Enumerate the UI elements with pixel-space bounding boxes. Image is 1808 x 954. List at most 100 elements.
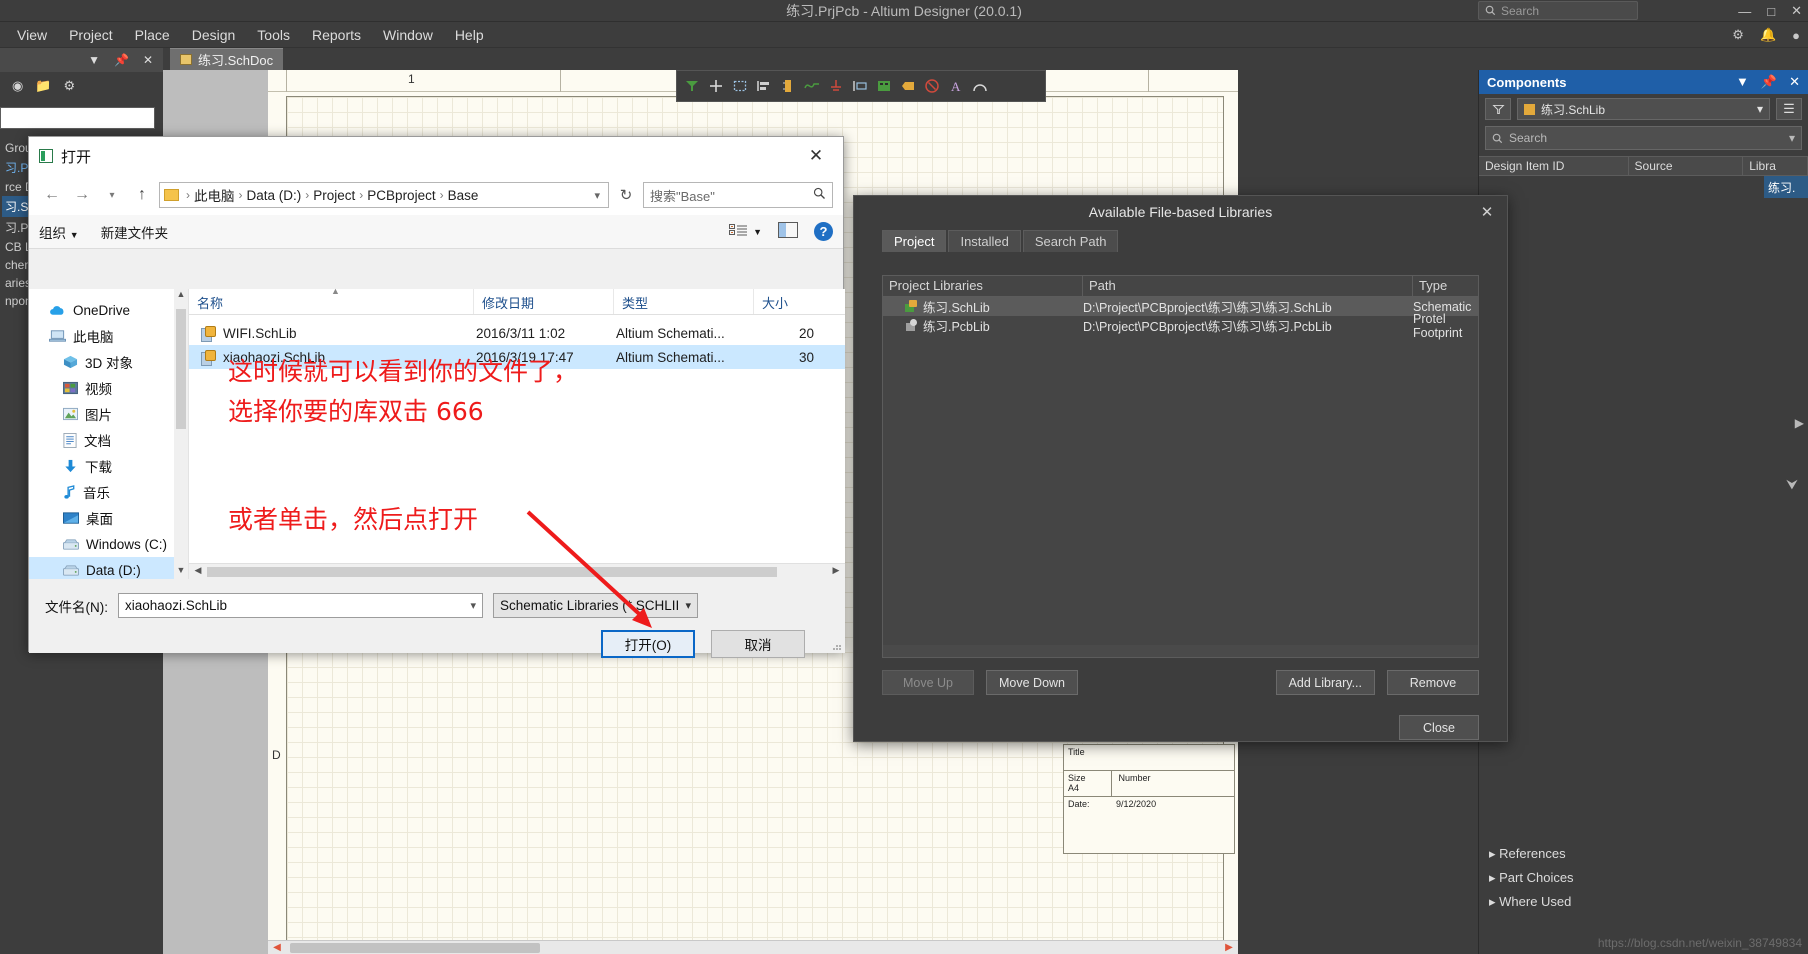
sidebar-item-desktop[interactable]: 桌面 <box>29 505 188 531</box>
component-icon[interactable] <box>777 75 799 97</box>
sheet-symbol-icon[interactable] <box>873 75 895 97</box>
file-list-hscrollbar[interactable]: ◀ ▶ <box>189 563 845 579</box>
add-library-button[interactable]: Add Library... <box>1275 670 1375 695</box>
panel-pin-icon-2[interactable]: 📌 <box>1761 74 1777 90</box>
column-project-libraries[interactable]: Project Libraries <box>883 276 1083 296</box>
preview-pane-button[interactable] <box>778 222 798 241</box>
tab-search-path[interactable]: Search Path <box>1022 230 1119 252</box>
file-list-scroll-left-icon[interactable]: ◀ <box>191 565 205 579</box>
library-filter-icon[interactable] <box>1485 98 1511 120</box>
breadcrumb-chevron-down-icon[interactable]: ▾ <box>594 189 604 202</box>
menu-item-place[interactable]: Place <box>124 24 181 46</box>
settings-gear-icon[interactable]: ⚙ <box>1732 27 1744 43</box>
filename-input[interactable]: xiaohaozi.SchLib ▾ <box>118 593 483 618</box>
filter-icon[interactable] <box>681 75 703 97</box>
sidebar-item-onedrive[interactable]: OneDrive <box>29 297 188 323</box>
align-left-icon[interactable] <box>753 75 775 97</box>
project-folder-icon[interactable]: 📁 <box>35 78 51 94</box>
components-panel-menu-button[interactable]: ☰ <box>1776 98 1802 120</box>
wire-icon[interactable] <box>801 75 823 97</box>
close-window-button[interactable]: ✕ <box>1791 3 1802 19</box>
sidebar-item-downloads[interactable]: 下载 <box>29 453 188 479</box>
new-folder-button[interactable]: 新建文件夹 <box>101 222 169 242</box>
scroll-left-arrow-icon[interactable]: ◀ <box>270 942 284 954</box>
breadcrumb-item-3[interactable]: PCBproject <box>367 188 435 203</box>
add-cross-icon[interactable] <box>705 75 727 97</box>
file-column-modified[interactable]: 修改日期 <box>474 289 614 314</box>
breadcrumb-item-1[interactable]: Data (D:) <box>247 188 302 203</box>
open-dialog-close-icon[interactable]: ✕ <box>799 143 833 169</box>
menu-item-design[interactable]: Design <box>181 24 247 46</box>
up-arrow-icon[interactable]: ↑ <box>129 182 155 208</box>
port-icon[interactable] <box>897 75 919 97</box>
column-library[interactable]: Libra <box>1743 157 1808 175</box>
sidebar-item-this-pc[interactable]: 此电脑 <box>29 323 188 349</box>
minimize-button[interactable]: — <box>1738 4 1751 19</box>
move-down-button[interactable]: Move Down <box>986 670 1078 695</box>
column-source[interactable]: Source <box>1629 157 1744 175</box>
help-button[interactable]: ? <box>814 222 833 241</box>
panel-pin-icon[interactable]: 📌 <box>114 53 129 67</box>
project-compile-icon[interactable]: ◉ <box>12 78 23 94</box>
libraries-table-hscrollbar[interactable] <box>883 645 1478 657</box>
components-collapse-chevron-icon[interactable]: ⮟ <box>1786 476 1798 493</box>
section-references[interactable]: ▸ References <box>1479 842 1808 866</box>
libraries-table-row-pcblib[interactable]: 练习.PcbLib D:\Project\PCBproject\练习\练习\练习… <box>883 312 1478 340</box>
scroll-right-arrow-icon[interactable]: ▶ <box>1222 942 1236 954</box>
menu-item-reports[interactable]: Reports <box>301 24 372 46</box>
canvas-hscroll-thumb[interactable] <box>290 943 540 953</box>
resize-grip-icon[interactable] <box>832 641 842 651</box>
remove-library-button[interactable]: Remove <box>1387 670 1479 695</box>
components-search-input[interactable]: Search ▾ <box>1485 126 1802 150</box>
components-grid-scroll-right-icon[interactable]: ▶ <box>1795 416 1804 430</box>
sidebar-item-music[interactable]: 音乐 <box>29 479 188 505</box>
file-row-wifi[interactable]: WIFI.SchLib 2016/3/11 1:02 Altium Schema… <box>189 321 845 345</box>
projects-panel-search-input[interactable] <box>0 107 155 129</box>
breadcrumb-item-4[interactable]: Base <box>448 188 479 203</box>
document-tab-schdoc[interactable]: 练习.SchDoc <box>170 48 284 70</box>
menu-item-project[interactable]: Project <box>58 24 124 46</box>
view-mode-button[interactable]: ▼ <box>729 223 762 240</box>
column-type[interactable]: Type <box>1413 276 1478 296</box>
section-where-used[interactable]: ▸ Where Used <box>1479 890 1808 914</box>
breadcrumb-item-2[interactable]: Project <box>313 188 355 203</box>
libraries-table-row-schlib[interactable]: 练习.SchLib D:\Project\PCBproject\练习\练习\练习… <box>883 297 1478 316</box>
sidebar-item-3d-objects[interactable]: 3D 对象 <box>29 349 188 375</box>
menu-item-help[interactable]: Help <box>444 24 495 46</box>
global-search-input[interactable]: Search <box>1478 1 1638 20</box>
panel-close-icon[interactable]: ✕ <box>143 53 153 67</box>
tab-project[interactable]: Project <box>882 230 947 252</box>
file-column-size[interactable]: 大小 <box>754 289 829 314</box>
arc-icon[interactable] <box>969 75 991 97</box>
user-account-icon[interactable]: ● <box>1792 28 1800 43</box>
menu-item-tools[interactable]: Tools <box>246 24 301 46</box>
column-design-item-id[interactable]: Design Item ID <box>1479 157 1629 175</box>
sidebar-item-documents[interactable]: 文档 <box>29 427 188 453</box>
breadcrumb[interactable]: › 此电脑 › Data (D:) › Project › PCBproject… <box>159 182 609 208</box>
file-list-scroll-right-icon[interactable]: ▶ <box>829 565 843 579</box>
sidebar-item-windows-c[interactable]: Windows (C:) <box>29 531 188 557</box>
panel-menu-caret-icon[interactable]: ▼ <box>1736 74 1749 90</box>
sidebar-scroll-up-icon[interactable]: ▲ <box>174 289 188 303</box>
libraries-dialog-close-button[interactable]: Close <box>1399 715 1479 740</box>
sidebar-scrollbar[interactable]: ▲ ▼ <box>174 289 188 579</box>
project-options-gear-icon[interactable]: ⚙ <box>64 78 76 94</box>
breadcrumb-item-0[interactable]: 此电脑 <box>194 185 235 205</box>
column-path[interactable]: Path <box>1083 276 1413 296</box>
maximize-button[interactable]: □ <box>1767 4 1775 19</box>
library-select[interactable]: 练习.SchLib ▾ <box>1517 98 1770 120</box>
select-area-icon[interactable] <box>729 75 751 97</box>
tab-installed[interactable]: Installed <box>948 230 1021 252</box>
chevron-down-icon[interactable]: ▾ <box>1757 102 1763 116</box>
canvas-horizontal-scrollbar[interactable]: ◀ ▶ <box>268 940 1238 954</box>
file-search-input[interactable]: 搜索"Base" <box>643 182 833 208</box>
refresh-icon[interactable]: ↻ <box>613 182 639 208</box>
sidebar-item-pictures[interactable]: 图片 <box>29 401 188 427</box>
notifications-bell-icon[interactable]: 🔔 <box>1760 27 1776 43</box>
components-selected-cell[interactable]: 练习. <box>1764 176 1808 198</box>
section-part-choices[interactable]: ▸ Part Choices <box>1479 866 1808 890</box>
organize-button[interactable]: 组织 ▼ <box>39 222 79 242</box>
recent-locations-icon[interactable]: ▾ <box>99 182 125 208</box>
menu-item-view[interactable]: View <box>6 24 58 46</box>
text-icon[interactable]: A <box>945 75 967 97</box>
